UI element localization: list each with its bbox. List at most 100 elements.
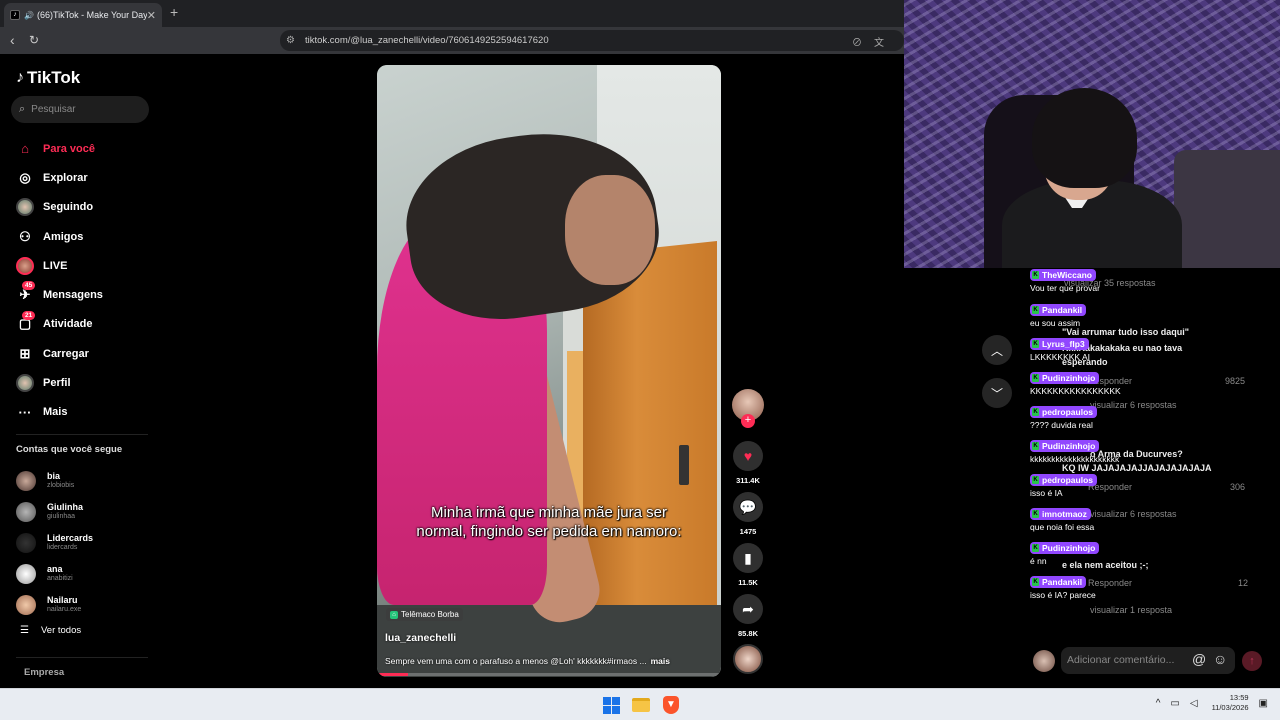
following-avatar (16, 563, 36, 584)
close-tab-icon[interactable]: ✕ (147, 9, 156, 22)
new-tab-button[interactable]: + (170, 4, 178, 20)
brave-browser-icon[interactable]: ▼ (661, 695, 681, 715)
nav-item-para-voce[interactable]: ⌂ Para você (16, 134, 166, 163)
comment-meta[interactable]: 306 (1230, 482, 1245, 492)
following-item[interactable]: ana anabitizi (16, 558, 156, 589)
bookmark-icon: ▮ (733, 543, 763, 573)
save-button[interactable]: ▮ 11.5K (730, 543, 766, 590)
following-avatar (16, 532, 36, 553)
like-button[interactable]: ♥ 311.4K (730, 441, 766, 488)
following-item[interactable]: Nailaru nailaru.exe (16, 589, 156, 620)
chat-username: Lyrus_flp3 (1042, 339, 1085, 349)
location-text: Telêmaco Borba (401, 610, 459, 619)
site-settings-icon[interactable]: ⚙ (286, 35, 295, 46)
nav-item-mensagens[interactable]: ✈ 45 Mensagens (16, 280, 166, 309)
subscriber-badge-icon: K (1032, 510, 1039, 518)
file-explorer-icon[interactable] (631, 695, 651, 715)
profile-icon (16, 374, 34, 393)
nav-item-carregar[interactable]: ⊞ Carregar (16, 339, 166, 368)
chat-text: isso é IA? parece (1030, 590, 1096, 600)
following-avatar-icon-image (16, 198, 34, 217)
subscriber-badge-icon: K (1032, 408, 1039, 416)
creator-avatar[interactable]: + (732, 389, 764, 428)
address-bar-row: ‹ ↻ ⚙ tiktok.com/@lua_zanechelli/video/7… (0, 27, 904, 54)
browser-tab[interactable]: ♪ 🔊 (66)TikTok - Make Your Day ✕ (4, 3, 162, 27)
screen: ♪ 🔊 (66)TikTok - Make Your Day ✕ + ‹ ↻ ⚙… (0, 0, 1280, 720)
comment-meta[interactable]: visualizar 1 resposta (1090, 605, 1172, 615)
volume-icon[interactable]: ◁ (1190, 698, 1198, 709)
extension-icons[interactable]: ⊘文 (852, 34, 896, 49)
send-icon[interactable]: ↑ (1242, 651, 1262, 671)
chat-text: KKKKKKKKKKKKKKKK (1030, 386, 1121, 396)
chat-message: K Pandankil isso é IA? parece (1030, 575, 1096, 600)
subscriber-badge-icon: K (1032, 271, 1039, 279)
home-icon: ⌂ (21, 141, 29, 157)
video-username[interactable]: lua_zanechelli (385, 632, 456, 644)
music-disc-icon[interactable] (733, 644, 763, 674)
tab-title: (66)TikTok - Make Your Day (36, 10, 147, 20)
more-link[interactable]: mais (651, 656, 670, 666)
my-avatar[interactable] (1033, 650, 1055, 672)
speaker-icon[interactable]: 🔊 (24, 11, 34, 20)
location-icon: ⌂ (390, 610, 398, 619)
nav-item-atividade[interactable]: ▢ 21 Atividade (16, 310, 166, 339)
nav-item-seguindo[interactable]: Seguindo (16, 193, 166, 222)
comment-meta[interactable]: 12 (1238, 578, 1248, 588)
following-item[interactable]: bia zlobiobis (16, 465, 156, 496)
nav-item-perfil[interactable]: Perfil (16, 368, 166, 397)
previous-video-button[interactable]: ︿ (982, 335, 1012, 365)
nav-item-amigos[interactable]: ⚇ Amigos (16, 222, 166, 251)
chat-text: que noia foi essa (1030, 522, 1095, 532)
following-avatar-icon (16, 198, 34, 217)
logo-text: TikTok (27, 68, 81, 87)
share-button[interactable]: ➦ 85.8K (730, 594, 766, 641)
chevron-up-tray-icon[interactable]: ^ (1156, 698, 1161, 709)
nav-item-label: Perfil (43, 377, 71, 390)
search-input[interactable]: ⌕ Pesquisar (11, 96, 149, 123)
nav-item-live[interactable]: LIVE (16, 251, 166, 280)
following-item[interactable]: Giulinha giulinhaa (16, 496, 156, 527)
next-video-button[interactable]: ﹀ (982, 378, 1012, 408)
see-all-button[interactable]: ☰ Ver todos (20, 625, 81, 636)
subscriber-badge-icon: K (1032, 476, 1039, 484)
video-progress-bar[interactable] (377, 673, 721, 676)
reload-icon[interactable]: ↻ (29, 33, 39, 47)
webcam-couch (1174, 150, 1280, 268)
location-tag[interactable]: ⌂ Telêmaco Borba (386, 608, 463, 621)
following-item[interactable]: Lidercards lidercards (16, 527, 156, 558)
back-icon[interactable]: ‹ (10, 32, 15, 48)
comment-button[interactable]: 💬 1475 (730, 492, 766, 539)
windows-start-icon[interactable] (601, 695, 621, 715)
network-icon[interactable]: ▭ (1170, 698, 1179, 709)
tiktok-note-icon: ♪ (16, 69, 24, 86)
chat-username: TheWiccano (1042, 270, 1092, 280)
chat-username: Pandankil (1042, 577, 1083, 587)
url-field[interactable]: ⚙ tiktok.com/@lua_zanechelli/video/76061… (280, 30, 904, 51)
nav-item-mais[interactable]: ··· Mais (16, 398, 166, 427)
tiktok-logo[interactable]: ♪ TikTok (16, 68, 80, 88)
following-name: Nailaru (47, 595, 78, 605)
comment-count: 1475 (739, 527, 757, 536)
comment-input[interactable]: Adicionar comentário... (1061, 647, 1235, 674)
comment-meta[interactable]: visualizar 6 respostas (1090, 400, 1177, 410)
nav-item-label: Atividade (43, 318, 93, 331)
nav-item-explorar[interactable]: ◎ Explorar (16, 163, 166, 192)
chat-message: K TheWiccano Vou ter que provar (1030, 268, 1100, 293)
company-link[interactable]: Empresa (24, 667, 64, 678)
chat-text: eu sou assim (1030, 318, 1081, 328)
emoji-icon[interactable]: ☺ (1213, 651, 1227, 667)
comment-meta[interactable]: visualizar 6 respostas (1090, 509, 1177, 519)
following-handle: giulinhaa (47, 513, 76, 520)
follow-plus-icon[interactable]: + (741, 414, 755, 428)
video-progress-fill (377, 673, 408, 676)
comment-meta[interactable]: 9825 (1225, 376, 1245, 386)
chat-message: K Pudinzinhojo é nn (1030, 541, 1100, 566)
chat-text: Vou ter que provar (1030, 283, 1100, 293)
chat-message: K Lyrus_flp3 LKKKKKKKK AI (1030, 337, 1090, 362)
chat-username-chip: Kimnotmaoz (1030, 508, 1091, 520)
chat-username: Pudinzinhojo (1042, 543, 1096, 553)
clock[interactable]: 13:59 11/03/2026 (1212, 693, 1249, 713)
mention-icon[interactable]: @ (1192, 651, 1206, 667)
video-player[interactable]: Minha irmã que minha mãe jura ser normal… (377, 65, 721, 677)
notification-icon[interactable]: ▣ (1259, 698, 1268, 709)
